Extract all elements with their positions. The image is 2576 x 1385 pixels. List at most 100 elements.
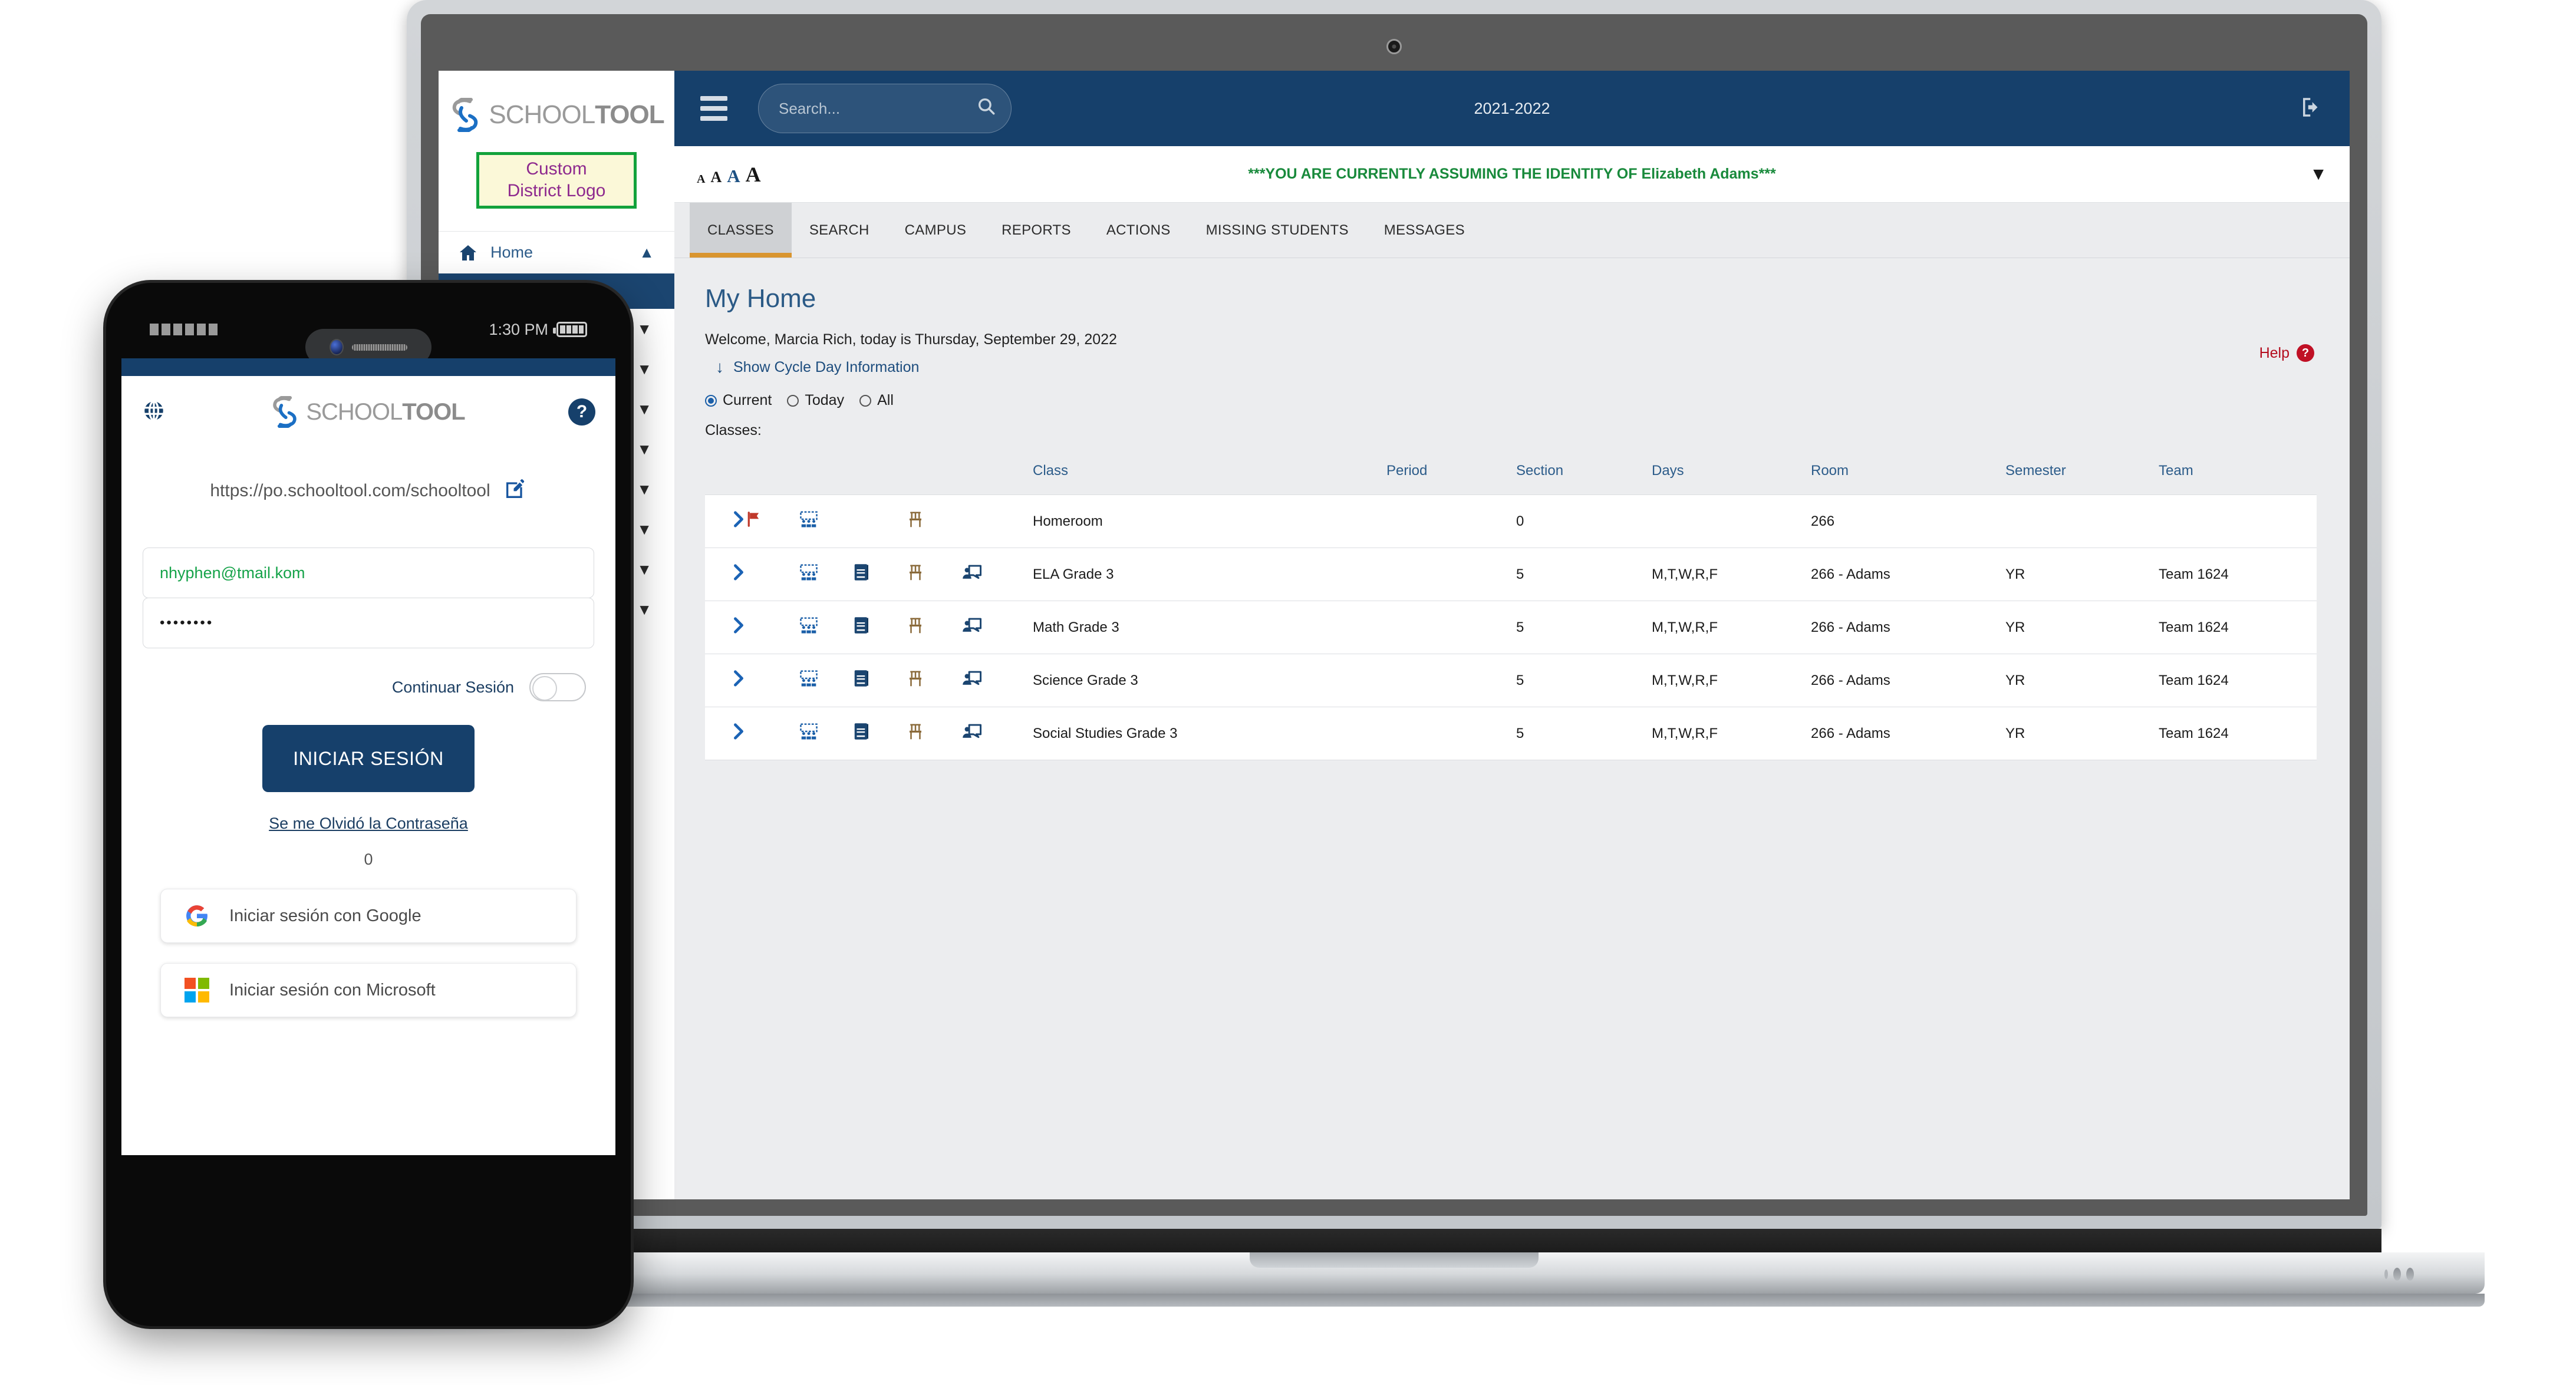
seating-chart-icon[interactable]: [908, 707, 962, 760]
edit-pencil-icon[interactable]: [503, 477, 527, 504]
microsoft-signin-button[interactable]: Iniciar sesión con Microsoft: [160, 963, 577, 1017]
tab-search[interactable]: SEARCH: [792, 203, 887, 258]
page-title: My Home: [705, 284, 816, 313]
classes-table-head: Class Period Section Days Room Semester …: [705, 452, 2317, 495]
cell-period: [1386, 601, 1516, 654]
earpiece-speaker-icon: [352, 344, 407, 351]
row-expand-button[interactable]: [705, 548, 745, 601]
password-field[interactable]: ••••••••: [143, 598, 594, 648]
server-url-row[interactable]: https://po.schooltool.com/schooltool: [121, 477, 615, 504]
attendance-icon[interactable]: [799, 548, 854, 601]
gradebook-icon[interactable]: [854, 548, 908, 601]
attendance-icon[interactable]: [799, 601, 854, 654]
gradebook-icon[interactable]: [854, 707, 908, 760]
chevron-down-icon[interactable]: ▼: [637, 360, 652, 378]
login-button[interactable]: INICIAR SESIÓN: [262, 725, 475, 792]
logout-icon[interactable]: [2299, 95, 2324, 123]
attendance-icon[interactable]: [799, 654, 854, 707]
font-size-large[interactable]: A: [746, 164, 761, 185]
th-section[interactable]: Section: [1516, 452, 1652, 495]
tab-actions[interactable]: ACTIONS: [1089, 203, 1188, 258]
th-expand: [705, 452, 745, 495]
forgot-password-link[interactable]: Se me Olvidó la Contraseña: [121, 814, 615, 833]
table-row[interactable]: Science Grade 3 5 M,T,W,R,F 266 - Adams YR Te…: [705, 654, 2317, 707]
row-expand-button[interactable]: [705, 495, 745, 548]
cell-class: Social Studies Grade 3: [1033, 725, 1178, 741]
chevron-down-icon[interactable]: ▼: [637, 601, 652, 619]
th-days[interactable]: Days: [1652, 452, 1811, 495]
google-signin-button[interactable]: Iniciar sesión con Google: [160, 889, 577, 943]
font-size-smallest[interactable]: A: [697, 173, 705, 185]
google-signin-label: Iniciar sesión con Google: [229, 906, 421, 925]
cell-semester: YR: [2005, 725, 2025, 741]
chevron-down-icon[interactable]: ▼: [637, 440, 652, 459]
conference-icon[interactable]: [962, 707, 1033, 760]
table-row[interactable]: Social Studies Grade 3 5 M,T,W,R,F 266 - Ad…: [705, 707, 2317, 760]
show-cycle-day-link[interactable]: ↓ Show Cycle Day Information: [716, 358, 2317, 377]
question-mark-icon[interactable]: ?: [568, 398, 595, 426]
chevron-down-icon[interactable]: ▼: [637, 560, 652, 579]
th-room[interactable]: Room: [1811, 452, 2005, 495]
tab-classes[interactable]: CLASSES: [690, 203, 792, 258]
search-input[interactable]: [779, 99, 976, 118]
search-icon[interactable]: [976, 96, 996, 121]
hamburger-menu-icon[interactable]: [700, 96, 727, 121]
table-row[interactable]: Homeroom 0 266: [705, 494, 2317, 548]
table-row[interactable]: ELA Grade 3 5 M,T,W,R,F 266 - Adams YR Team 1…: [705, 548, 2317, 601]
welcome-message: Welcome, Marcia Rich, today is Thursday,…: [705, 331, 1117, 348]
home-icon: [460, 245, 476, 260]
classes-table-body: Homeroom 0 266 ELA Grade 3 5 M,T,W,R,F 266 - A…: [705, 494, 2317, 760]
microsoft-signin-label: Iniciar sesión con Microsoft: [229, 980, 436, 1000]
th-semester[interactable]: Semester: [2005, 452, 2159, 495]
gradebook-icon[interactable]: [854, 654, 908, 707]
cell-team: Team 1624: [2159, 672, 2229, 688]
globe-icon[interactable]: [141, 398, 166, 426]
chevron-down-icon[interactable]: ▼: [637, 400, 652, 418]
sidebar-item-home[interactable]: Home ▲: [439, 231, 674, 273]
seating-chart-icon[interactable]: [908, 601, 962, 654]
tab-campus[interactable]: CAMPUS: [887, 203, 984, 258]
identity-assumption-banner: ***YOU ARE CURRENTLY ASSUMING THE IDENTI…: [1248, 166, 1776, 182]
phone-schooltool-logo: SCHOOLTOOL: [166, 396, 568, 428]
radio-current[interactable]: Current: [705, 392, 772, 409]
radio-dot: [859, 394, 872, 407]
chevron-down-icon[interactable]: ▼: [637, 480, 652, 499]
schooltool-s-logo-icon: [453, 98, 478, 132]
attendance-icon[interactable]: [799, 707, 854, 760]
tab-messages[interactable]: MESSAGES: [1366, 203, 1483, 258]
search-box[interactable]: [758, 84, 1012, 133]
row-expand-button[interactable]: [705, 601, 745, 654]
red-flag-icon: [745, 654, 799, 707]
conference-icon[interactable]: [962, 548, 1033, 601]
chevron-up-icon[interactable]: ▲: [639, 243, 654, 262]
th-period[interactable]: Period: [1386, 452, 1516, 495]
continue-session-toggle[interactable]: [529, 673, 586, 701]
radio-all[interactable]: All: [859, 392, 894, 409]
seating-chart-icon[interactable]: [908, 548, 962, 601]
chevron-down-icon[interactable]: ▼: [2310, 164, 2327, 184]
tab-reports[interactable]: REPORTS: [984, 203, 1089, 258]
conference-icon[interactable]: [962, 601, 1033, 654]
th-team[interactable]: Team: [2159, 452, 2317, 495]
font-size-selector[interactable]: A A A A: [697, 164, 761, 185]
phone-time-battery: 1:30 PM: [489, 321, 587, 339]
conference-icon[interactable]: [962, 654, 1033, 707]
help-link[interactable]: Help ?: [2259, 344, 2314, 362]
email-field[interactable]: nhyphen@tmail.kom: [143, 548, 594, 598]
th-class[interactable]: Class: [1033, 452, 1386, 495]
red-flag-icon[interactable]: [745, 495, 799, 548]
attendance-icon[interactable]: [799, 495, 854, 548]
tab-bar: CLASSES SEARCH CAMPUS REPORTS ACTIONS MISSING…: [674, 203, 2350, 258]
table-row[interactable]: Math Grade 3 5 M,T,W,R,F 266 - Adams YR Team …: [705, 601, 2317, 654]
font-size-small[interactable]: A: [710, 169, 722, 185]
tab-missing-students[interactable]: MISSING STUDENTS: [1188, 203, 1366, 258]
gradebook-icon[interactable]: [854, 601, 908, 654]
row-expand-button[interactable]: [705, 654, 745, 707]
radio-today[interactable]: Today: [787, 392, 844, 409]
row-expand-button[interactable]: [705, 707, 745, 760]
chevron-down-icon[interactable]: ▼: [637, 520, 652, 539]
font-size-medium-active[interactable]: A: [727, 167, 740, 185]
chevron-down-icon[interactable]: ▼: [637, 320, 652, 338]
seating-chart-icon[interactable]: [908, 495, 962, 548]
seating-chart-icon[interactable]: [908, 654, 962, 707]
